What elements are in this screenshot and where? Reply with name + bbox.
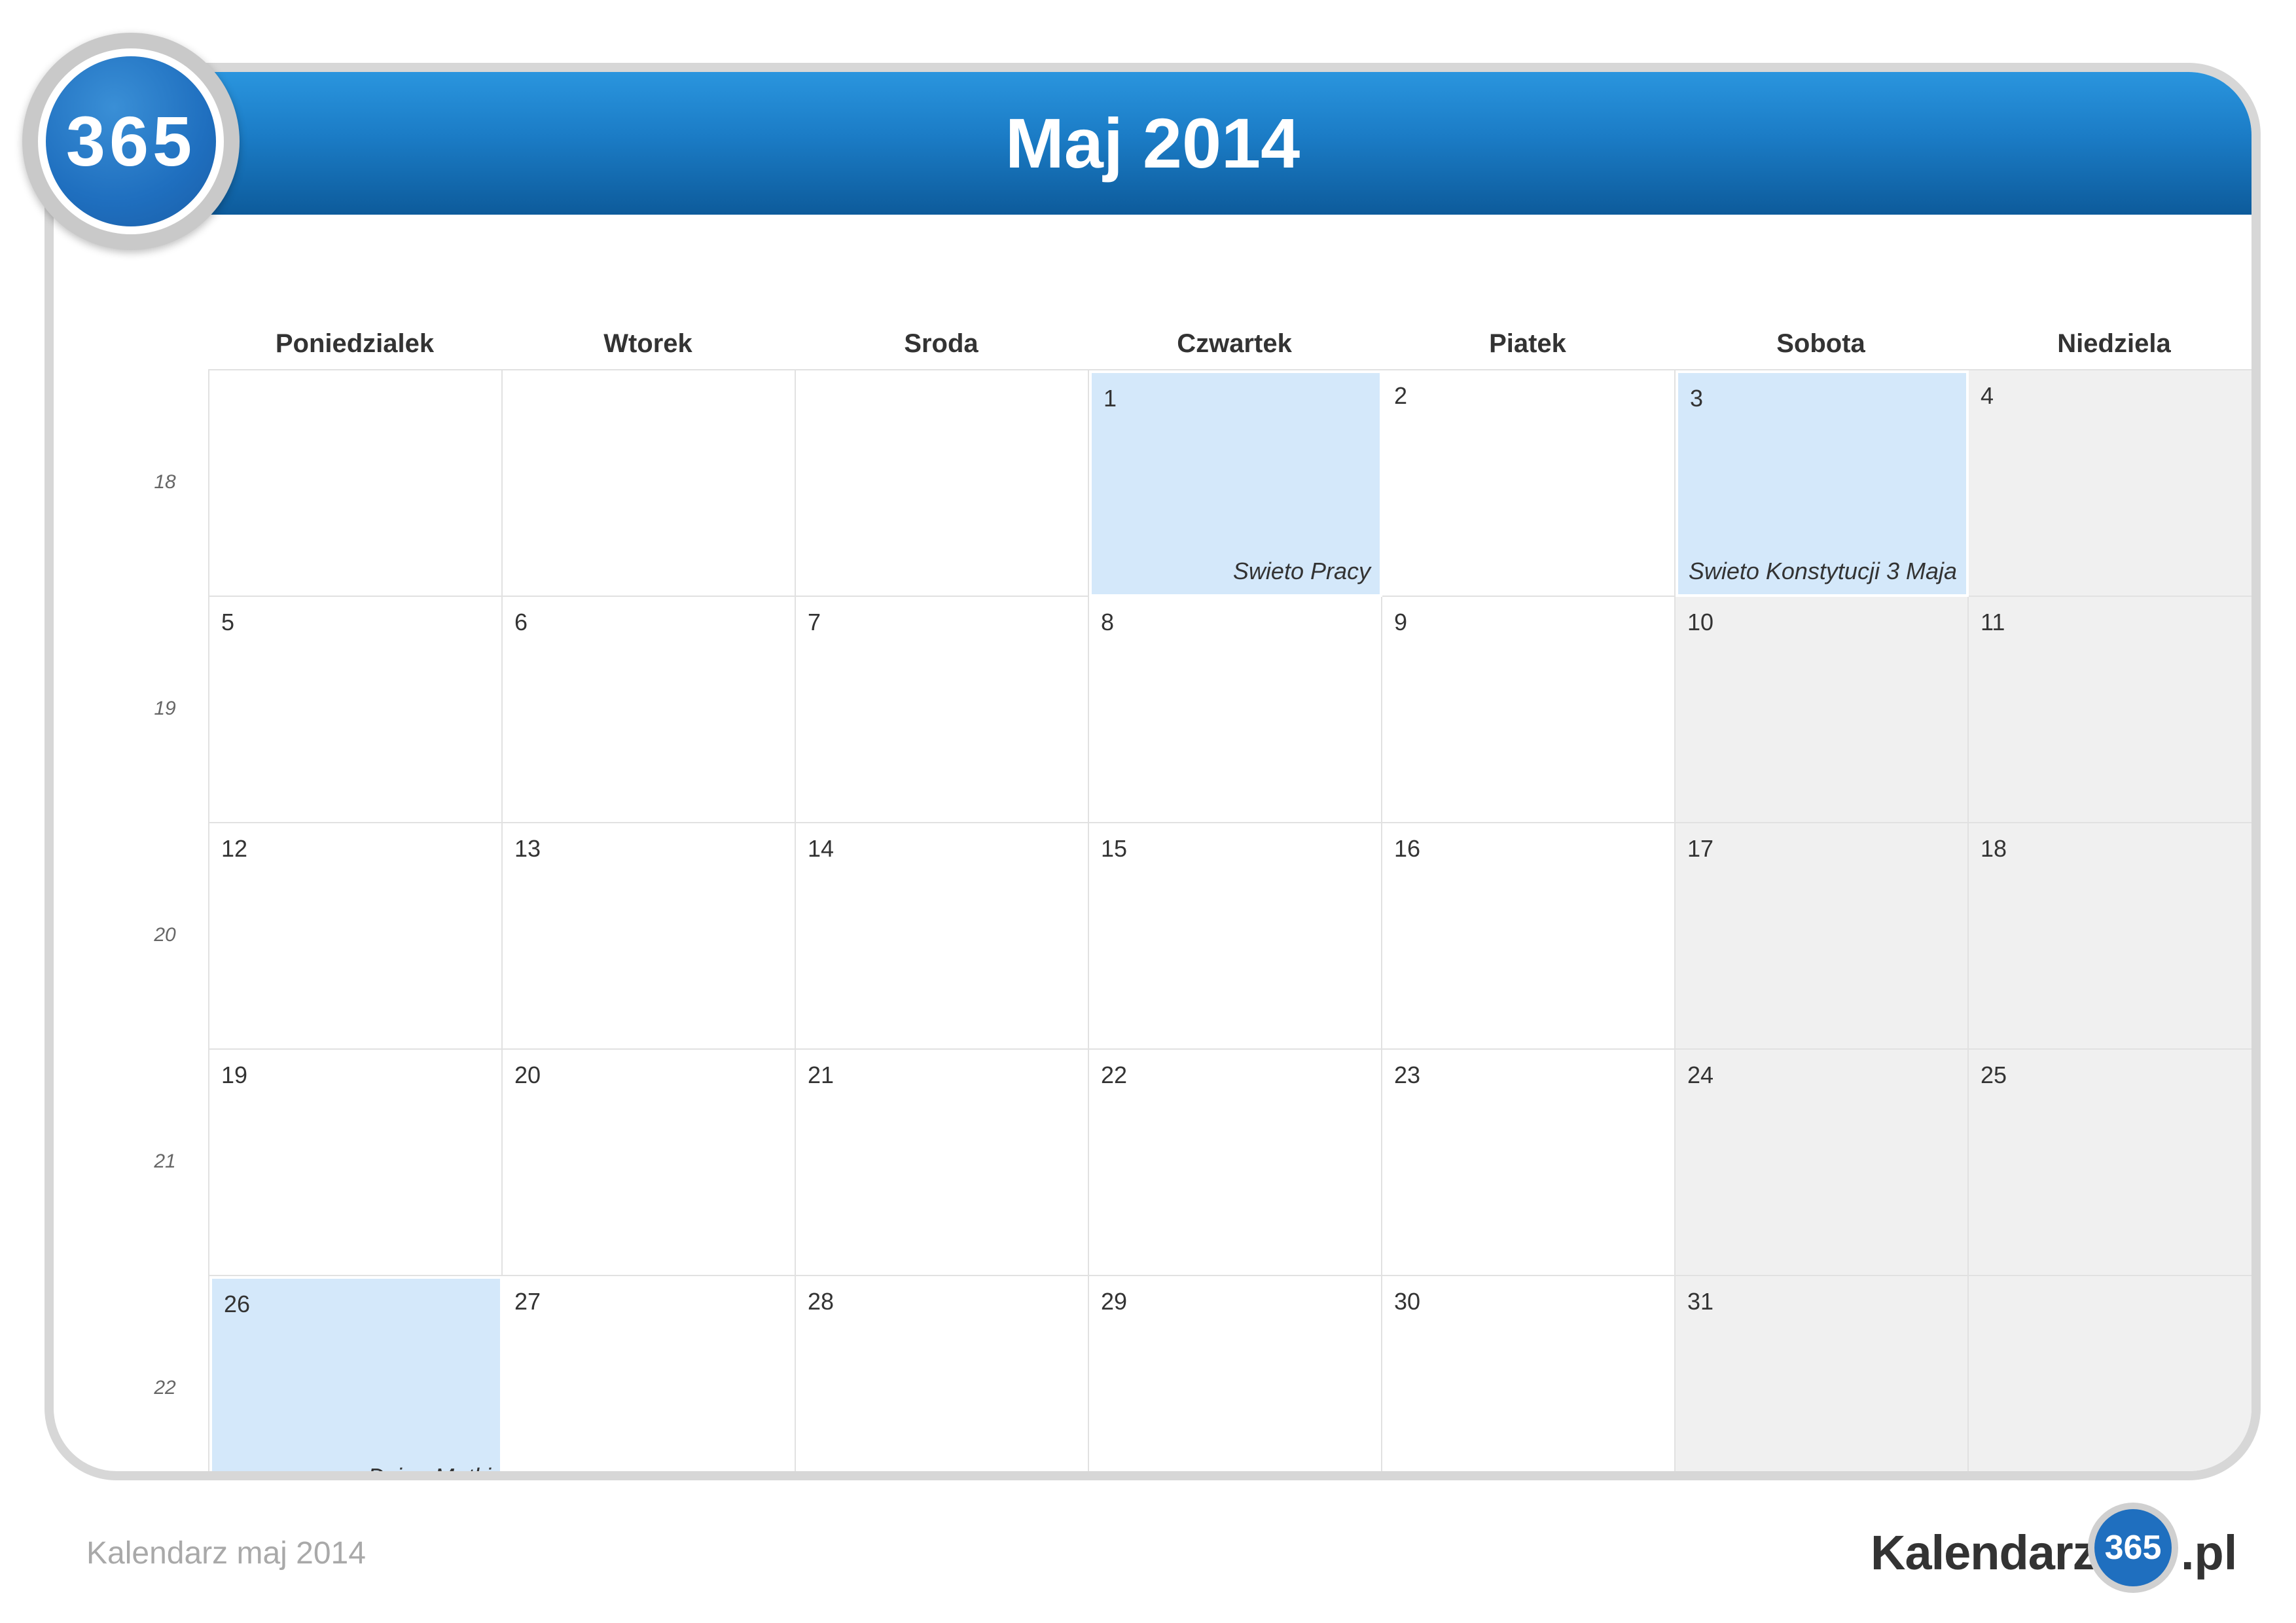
logo-text-right: .pl [2181,1525,2238,1580]
holiday-label: Swieto Konstytucji 3 Maja [1688,558,1957,584]
day-number: 24 [1687,1061,1714,1088]
day-cell[interactable]: 19 [209,1050,503,1276]
day-cell[interactable]: 21 [796,1050,1089,1276]
day-number: 31 [1687,1288,1714,1315]
day-cell[interactable]: 17 [1676,823,1969,1050]
day-cell[interactable]: 15 [1089,823,1382,1050]
day-number: 8 [1101,609,1115,635]
day-number: 29 [1101,1288,1128,1315]
day-cell[interactable]: 20 [503,1050,796,1276]
day-number: 27 [514,1288,541,1315]
day-number: 26 [224,1291,251,1317]
week-number: 18 [154,471,176,493]
day-number: 4 [1981,382,1994,409]
calendar-grid: 1 Swieto Pracy 2 3 Swieto Konstytucji 3 Maja… [208,369,2251,1480]
day-cell[interactable]: 13 [503,823,796,1050]
logo-number: 365 [2094,1509,2172,1586]
day-cell[interactable]: 10 [1676,597,1969,823]
day-cell[interactable]: 6 [503,597,796,823]
day-cell[interactable]: 28 [796,1276,1089,1471]
day-cell[interactable] [796,370,1089,597]
day-number: 18 [1981,835,2007,862]
day-cell[interactable]: 11 [1969,597,2251,823]
day-cell[interactable]: 18 [1969,823,2251,1050]
day-cell[interactable]: 12 [209,823,503,1050]
day-cell[interactable]: 16 [1382,823,1676,1050]
day-cell[interactable]: 1 Swieto Pracy [1089,370,1382,597]
day-number: 13 [514,835,541,862]
day-cell[interactable]: 24 [1676,1050,1969,1276]
calendar-frame: Maj 2014 Poniedzialek Wtorek Sroda Czwar… [45,63,2261,1480]
day-number: 22 [1101,1061,1128,1088]
weekday-header-row: Poniedzialek Wtorek Sroda Czwartek Piate… [208,321,2251,366]
weekday-label: Niedziela [2057,329,2171,358]
week-number: 19 [154,698,176,719]
day-number: 11 [1981,609,2005,635]
day-number: 17 [1687,835,1714,862]
day-cell[interactable]: 26 Dzien Matki [209,1276,503,1480]
day-number: 19 [221,1061,248,1088]
day-cell[interactable]: 22 [1089,1050,1382,1276]
day-cell[interactable]: 31 [1676,1276,1969,1471]
weekday-label: Sobota [1776,329,1865,358]
day-cell[interactable] [1969,1276,2251,1471]
badge-365-logo: 365 [22,33,240,250]
day-cell[interactable]: 4 [1969,370,2251,597]
badge-ring: 365 [38,48,224,234]
day-number: 20 [514,1061,541,1088]
day-cell[interactable]: 3 Swieto Konstytucji 3 Maja [1676,370,1969,597]
weekday-label: Czwartek [1177,329,1292,358]
day-cell[interactable]: 9 [1382,597,1676,823]
weekday-label: Wtorek [603,329,692,358]
holiday-label: Swieto Pracy [1232,558,1371,584]
day-number: 15 [1101,835,1128,862]
badge-label: 365 [46,56,216,226]
day-number: 7 [808,609,821,635]
weekday-label: Sroda [904,329,978,358]
day-number: 28 [808,1288,834,1315]
day-number: 1 [1103,385,1117,412]
day-cell[interactable]: 30 [1382,1276,1676,1471]
day-number: 3 [1690,385,1704,412]
week-number-column: 18 19 20 21 22 [139,369,191,1471]
holiday-label: Dzien Matki [367,1463,491,1480]
day-cell[interactable]: 2 [1382,370,1676,597]
day-cell[interactable]: 14 [796,823,1089,1050]
day-cell[interactable]: 29 [1089,1276,1382,1471]
day-number: 21 [808,1061,834,1088]
day-number: 12 [221,835,248,862]
day-number: 5 [221,609,235,635]
day-number: 9 [1394,609,1408,635]
logo-text-left: Kalendarz- [1871,1525,2112,1580]
day-number: 14 [808,835,834,862]
day-number: 23 [1394,1061,1421,1088]
week-number: 22 [154,1377,176,1399]
day-cell[interactable]: 8 [1089,597,1382,823]
day-cell[interactable]: 7 [796,597,1089,823]
day-number: 10 [1687,609,1714,635]
day-number: 2 [1394,382,1408,409]
day-number: 16 [1394,835,1421,862]
weekday-label: Poniedzialek [275,329,435,358]
day-cell[interactable]: 25 [1969,1050,2251,1276]
day-number: 30 [1394,1288,1421,1315]
day-cell[interactable]: 23 [1382,1050,1676,1276]
site-logo[interactable]: Kalendarz- 365 .pl [1871,1499,2237,1597]
day-number: 25 [1981,1061,2007,1088]
footer-caption: Kalendarz maj 2014 [86,1536,366,1571]
week-number: 20 [154,924,176,946]
day-number: 6 [514,609,528,635]
weekday-label: Piatek [1489,329,1566,358]
week-number: 21 [154,1150,176,1172]
day-cell[interactable] [503,370,796,597]
logo-circle: 365 [2088,1503,2178,1593]
day-cell[interactable]: 5 [209,597,503,823]
calendar-header: Maj 2014 [54,72,2251,215]
day-cell[interactable] [209,370,503,597]
day-cell[interactable]: 27 [503,1276,796,1471]
month-title: Maj 2014 [1005,103,1300,183]
